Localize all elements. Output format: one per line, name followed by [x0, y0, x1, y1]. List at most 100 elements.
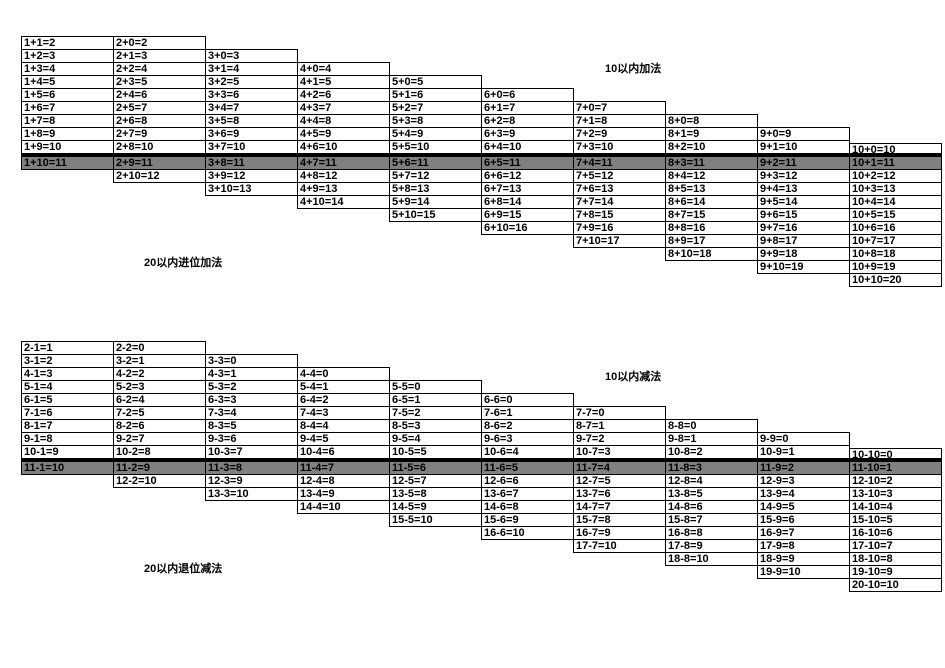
- subtraction-cell-r10-c1: 12-2=10: [113, 474, 206, 488]
- addition-cell-r3-c2: 3+2=5: [205, 75, 298, 89]
- addition-cell-r6-c5: 6+2=8: [481, 114, 574, 128]
- subtraction-cell-r15-c6: 17-7=10: [573, 539, 666, 553]
- addition-cell-r16-c8: 9+9=18: [757, 247, 850, 261]
- addition-cell-r14-c9: 10+6=16: [849, 221, 942, 235]
- addition-cell-r9-c8: 9+2=11: [757, 156, 850, 170]
- addition-cell-r9-c5: 6+5=11: [481, 156, 574, 170]
- addition-toprow-c3: 4+0=4: [297, 62, 390, 76]
- subtraction-cell-r17-c9: 19-10=9: [849, 565, 942, 579]
- subtraction-toprow-c8: 9-9=0: [757, 432, 850, 446]
- addition-cell-r8-c8: 9+1=10: [757, 140, 850, 154]
- addition-cell-r10-c3: 4+8=12: [297, 169, 390, 183]
- subtraction-cell-r11-c4: 13-5=8: [389, 487, 482, 501]
- subtraction-cell-r5-c5: 7-6=1: [481, 406, 574, 420]
- subtraction-cell-r12-c8: 14-9=5: [757, 500, 850, 514]
- subtraction-cell-r5-c0: 7-1=6: [21, 406, 114, 420]
- subtraction-cell-r4-c3: 6-4=2: [297, 393, 390, 407]
- addition-cell-r12-c8: 9+5=14: [757, 195, 850, 209]
- subtraction-cell-r14-c7: 16-8=8: [665, 526, 758, 540]
- subtraction-cell-r10-c7: 12-8=4: [665, 474, 758, 488]
- subtraction-toprow-c4: 5-5=0: [389, 380, 482, 394]
- subtraction-cell-r12-c5: 14-6=8: [481, 500, 574, 514]
- addition-cell-r9-c6: 7+4=11: [573, 156, 666, 170]
- label-sub_within_10: 10以内减法: [605, 368, 661, 384]
- addition-cell-r12-c7: 8+6=14: [665, 195, 758, 209]
- addition-cell-r4-c0: 1+5=6: [21, 88, 114, 102]
- subtraction-cell-r14-c8: 16-9=7: [757, 526, 850, 540]
- addition-cell-r4-c3: 4+2=6: [297, 88, 390, 102]
- subtraction-cell-r9-c0: 11-1=10: [21, 461, 114, 475]
- subtraction-cell-r9-c2: 11-3=8: [205, 461, 298, 475]
- subtraction-cell-r12-c9: 14-10=4: [849, 500, 942, 514]
- addition-cell-r12-c4: 5+9=14: [389, 195, 482, 209]
- addition-cell-r10-c1: 2+10=12: [113, 169, 206, 183]
- addition-cell-r13-c9: 10+5=15: [849, 208, 942, 222]
- subtraction-cell-r9-c3: 11-4=7: [297, 461, 390, 475]
- subtraction-cell-r10-c5: 12-6=6: [481, 474, 574, 488]
- subtraction-cell-r9-c4: 11-5=6: [389, 461, 482, 475]
- addition-cell-r10-c4: 5+7=12: [389, 169, 482, 183]
- subtraction-toprow-c5: 6-6=0: [481, 393, 574, 407]
- addition-cell-r15-c7: 8+9=17: [665, 234, 758, 248]
- addition-cell-r10-c9: 10+2=12: [849, 169, 942, 183]
- addition-cell-r6-c2: 3+5=8: [205, 114, 298, 128]
- subtraction-cell-r12-c6: 14-7=7: [573, 500, 666, 514]
- addition-cell-r9-c7: 8+3=11: [665, 156, 758, 170]
- addition-cell-r2-c1: 2+2=4: [113, 62, 206, 76]
- subtraction-cell-r13-c9: 15-10=5: [849, 513, 942, 527]
- subtraction-cell-r11-c9: 13-10=3: [849, 487, 942, 501]
- addition-cell-r10-c6: 7+5=12: [573, 169, 666, 183]
- addition-cell-r8-c5: 6+4=10: [481, 140, 574, 154]
- subtraction-cell-r16-c7: 18-8=10: [665, 552, 758, 566]
- addition-cell-r5-c0: 1+6=7: [21, 101, 114, 115]
- addition-cell-r13-c4: 5+10=15: [389, 208, 482, 222]
- addition-toprow-c8: 9+0=9: [757, 127, 850, 141]
- addition-cell-r10-c5: 6+6=12: [481, 169, 574, 183]
- addition-cell-r16-c7: 8+10=18: [665, 247, 758, 261]
- addition-cell-r0-c0: 1+1=2: [21, 36, 114, 50]
- subtraction-cell-r7-c7: 9-8=1: [665, 432, 758, 446]
- subtraction-toprow-c3: 4-4=0: [297, 367, 390, 381]
- subtraction-cell-r11-c7: 13-8=5: [665, 487, 758, 501]
- addition-toprow-c6: 7+0=7: [573, 101, 666, 115]
- subtraction-cell-r7-c4: 9-5=4: [389, 432, 482, 446]
- addition-cell-r6-c1: 2+6=8: [113, 114, 206, 128]
- addition-cell-r13-c5: 6+9=15: [481, 208, 574, 222]
- subtraction-cell-r8-c6: 10-7=3: [573, 445, 666, 459]
- subtraction-cell-r8-c4: 10-5=5: [389, 445, 482, 459]
- addition-cell-r8-c1: 2+8=10: [113, 140, 206, 154]
- addition-cell-r7-c4: 5+4=9: [389, 127, 482, 141]
- addition-cell-r14-c6: 7+9=16: [573, 221, 666, 235]
- addition-cell-r3-c3: 4+1=5: [297, 75, 390, 89]
- addition-cell-r15-c8: 9+8=17: [757, 234, 850, 248]
- subtraction-cell-r10-c9: 12-10=2: [849, 474, 942, 488]
- subtraction-cell-r6-c2: 8-3=5: [205, 419, 298, 433]
- addition-cell-r13-c6: 7+8=15: [573, 208, 666, 222]
- addition-cell-r10-c2: 3+9=12: [205, 169, 298, 183]
- addition-cell-r11-c3: 4+9=13: [297, 182, 390, 196]
- divider-rule: [21, 153, 942, 156]
- subtraction-cell-r9-c8: 11-9=2: [757, 461, 850, 475]
- addition-cell-r1-c0: 1+2=3: [21, 49, 114, 63]
- addition-cell-r4-c1: 2+4=6: [113, 88, 206, 102]
- subtraction-cell-r16-c8: 18-9=9: [757, 552, 850, 566]
- addition-cell-r14-c8: 9+7=16: [757, 221, 850, 235]
- addition-cell-r5-c3: 4+3=7: [297, 101, 390, 115]
- subtraction-cell-r10-c6: 12-7=5: [573, 474, 666, 488]
- addition-cell-r11-c2: 3+10=13: [205, 182, 298, 196]
- addition-cell-r5-c5: 6+1=7: [481, 101, 574, 115]
- subtraction-cell-r14-c9: 16-10=6: [849, 526, 942, 540]
- subtraction-cell-r8-c3: 10-4=6: [297, 445, 390, 459]
- addition-cell-r9-c3: 4+7=11: [297, 156, 390, 170]
- subtraction-cell-r6-c4: 8-5=3: [389, 419, 482, 433]
- addition-cell-r9-c9: 10+1=11: [849, 156, 942, 170]
- addition-cell-r8-c6: 7+3=10: [573, 140, 666, 154]
- addition-cell-r8-c3: 4+6=10: [297, 140, 390, 154]
- subtraction-cell-r11-c8: 13-9=4: [757, 487, 850, 501]
- addition-cell-r12-c5: 6+8=14: [481, 195, 574, 209]
- addition-cell-r16-c9: 10+8=18: [849, 247, 942, 261]
- subtraction-toprow-c2: 3-3=0: [205, 354, 298, 368]
- subtraction-cell-r14-c6: 16-7=9: [573, 526, 666, 540]
- addition-cell-r11-c6: 7+6=13: [573, 182, 666, 196]
- subtraction-cell-r11-c2: 13-3=10: [205, 487, 298, 501]
